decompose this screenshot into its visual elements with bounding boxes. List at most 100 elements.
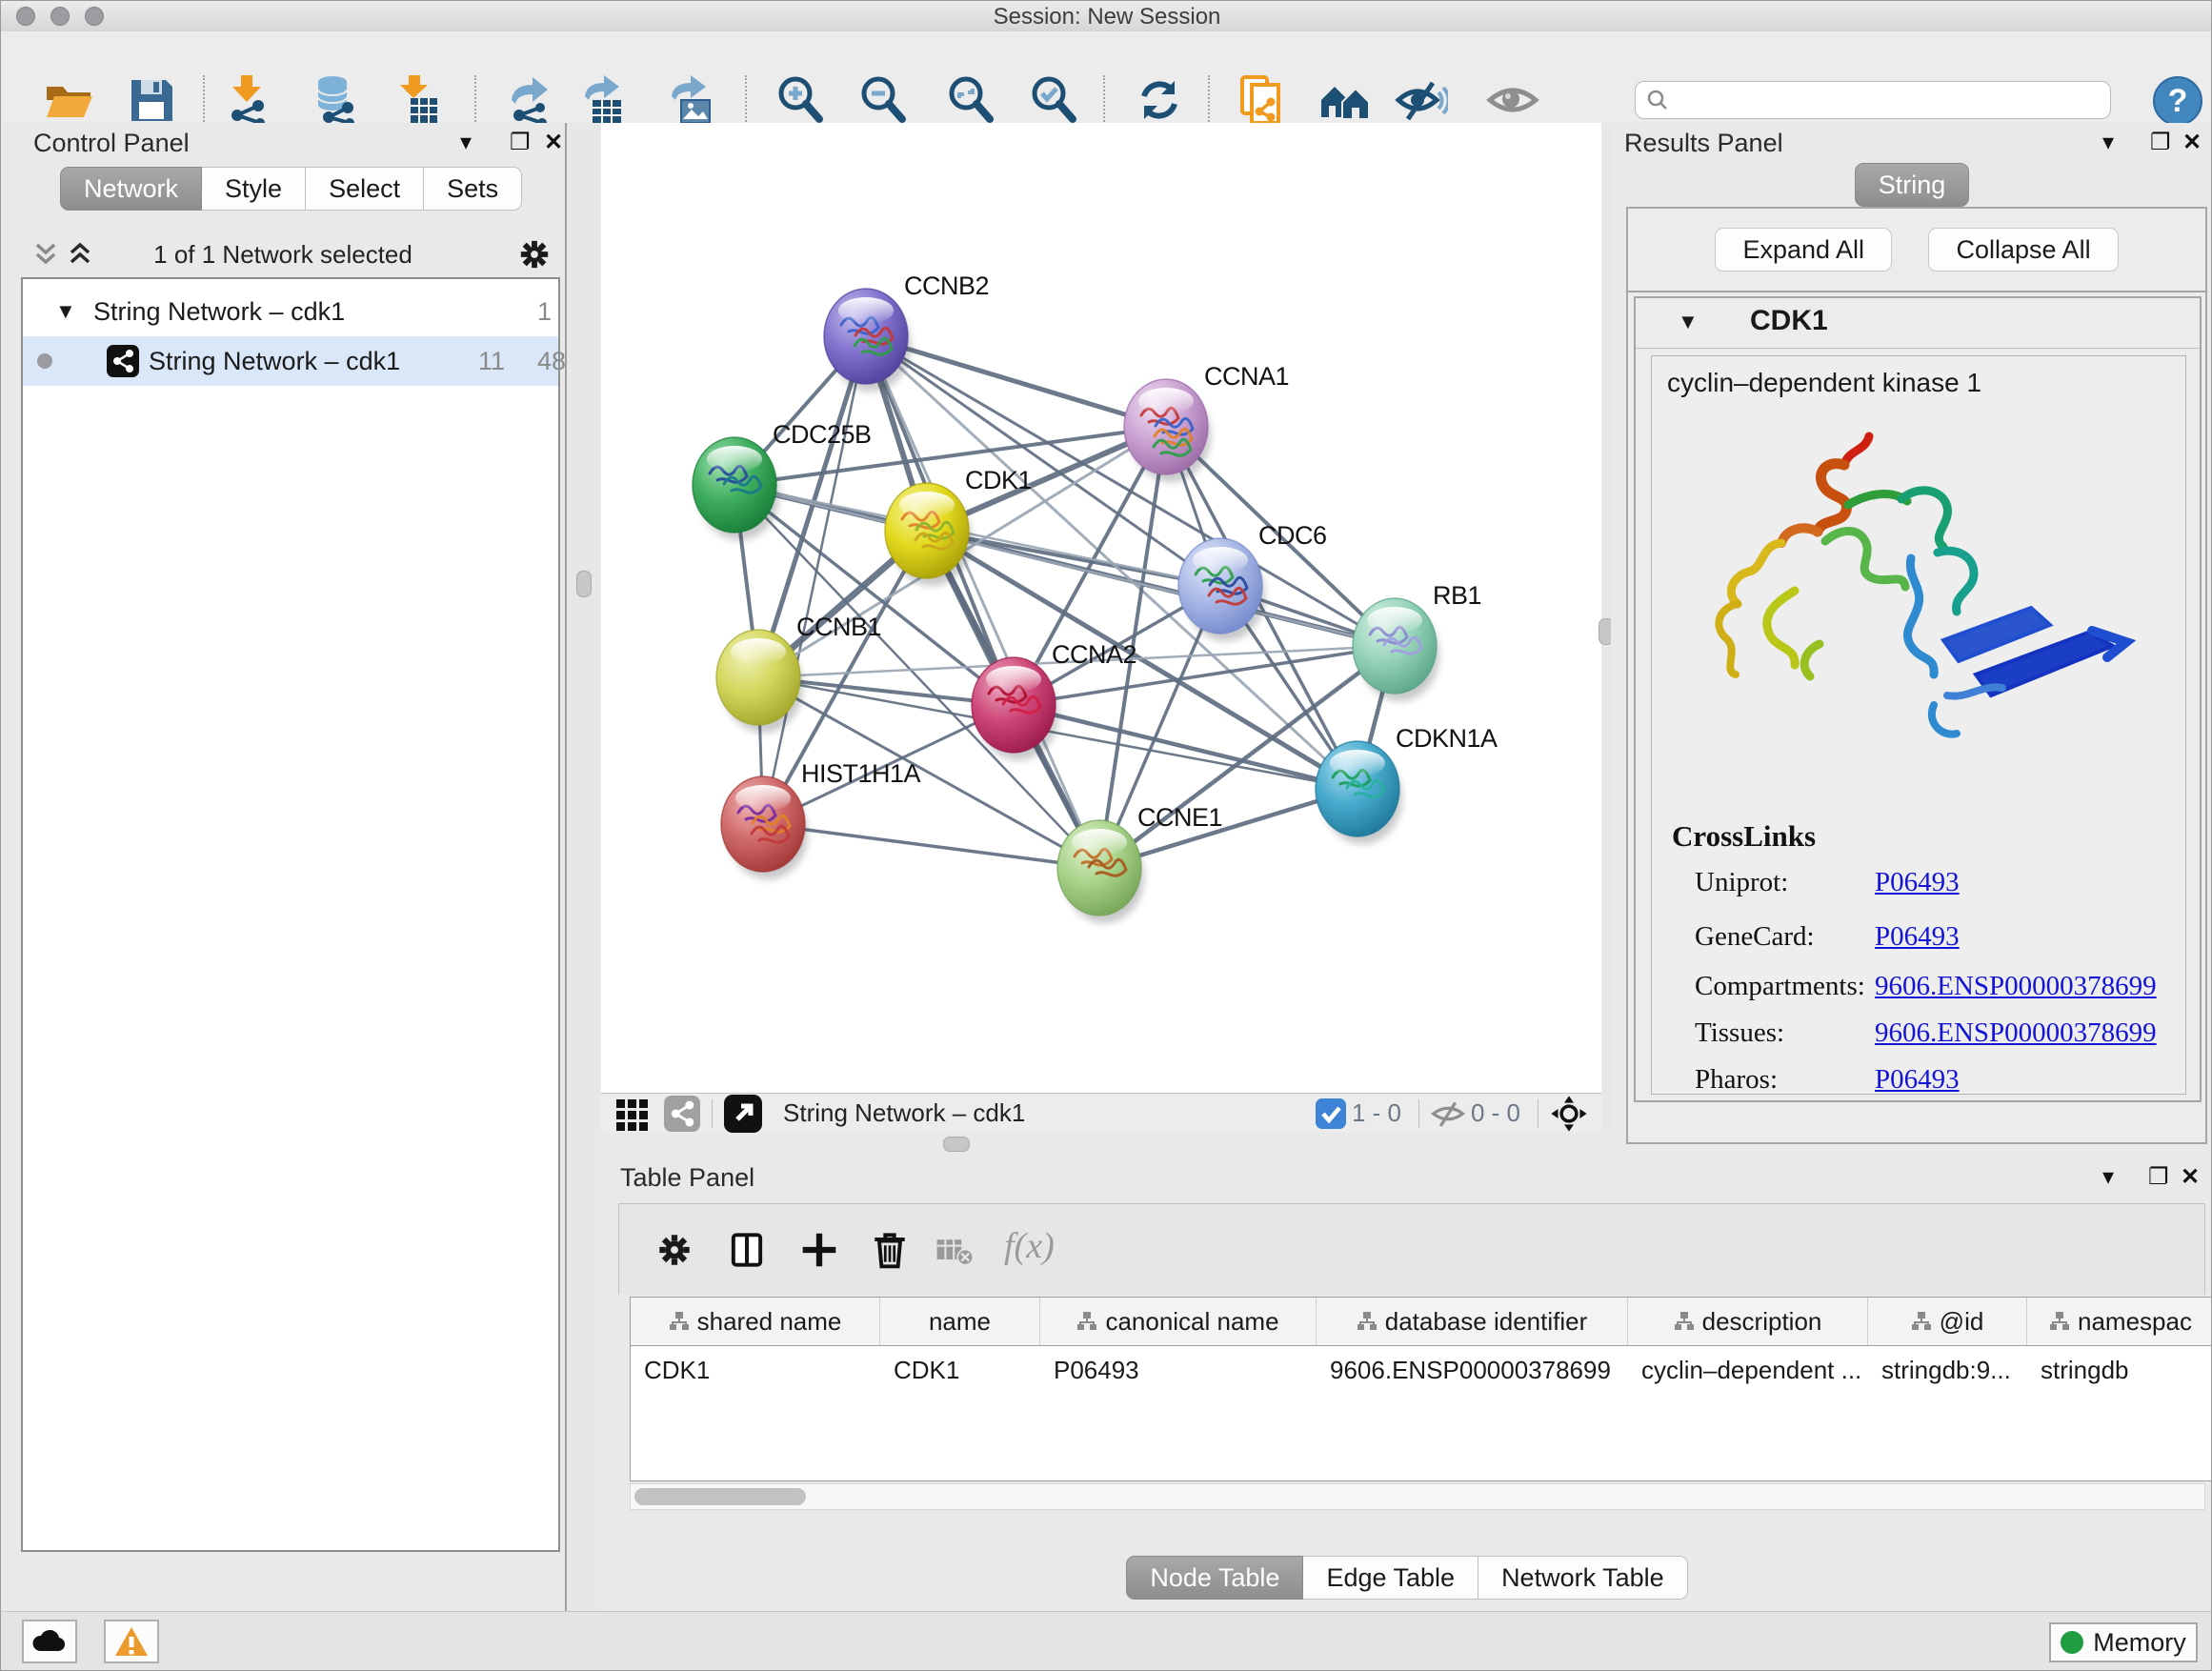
control-panel-menu-icon[interactable]: ▾ xyxy=(460,129,472,156)
results-panel-close-icon[interactable]: ✕ xyxy=(2182,129,2202,156)
refresh-icon[interactable] xyxy=(1133,73,1186,127)
column-header[interactable]: name xyxy=(880,1298,1040,1345)
results-panel-float-icon[interactable]: ❐ xyxy=(2150,129,2171,156)
tab-edge-table[interactable]: Edge Table xyxy=(1303,1556,1478,1600)
node-CDC6[interactable] xyxy=(1178,538,1265,641)
export-image-icon[interactable] xyxy=(664,73,717,127)
table-panel-float-icon[interactable]: ❐ xyxy=(2148,1163,2169,1191)
node-CCNA1[interactable] xyxy=(1124,379,1211,482)
section-expander-icon[interactable]: ▼ xyxy=(1678,310,1699,334)
node-CCNE1[interactable] xyxy=(1057,820,1144,923)
results-panel-menu-icon[interactable]: ▾ xyxy=(2102,129,2114,156)
splitter-grip[interactable] xyxy=(943,1137,970,1152)
column-header[interactable]: @id xyxy=(1868,1298,2027,1345)
control-panel-close-icon[interactable]: ✕ xyxy=(544,129,563,156)
hide-selected-eye-icon[interactable] xyxy=(1395,73,1448,127)
memory-button[interactable]: Memory xyxy=(2049,1622,2198,1662)
warning-button[interactable] xyxy=(104,1620,159,1663)
network-row[interactable]: String Network – cdk1 11 48 xyxy=(23,336,558,386)
crosslink-link[interactable]: 9606.ENSP00000378699 xyxy=(1875,1017,2157,1049)
hidden-eye-icon[interactable] xyxy=(1431,1097,1465,1131)
zoom-selected-icon[interactable] xyxy=(1026,73,1079,127)
export-table-icon[interactable] xyxy=(577,73,631,127)
tab-string[interactable]: String xyxy=(1855,163,1970,207)
collapse-all-button[interactable]: Collapse All xyxy=(1928,228,2118,272)
expand-all-button[interactable]: Expand All xyxy=(1715,228,1892,272)
tab-select[interactable]: Select xyxy=(306,167,424,211)
network-canvas[interactable]: CCNB2CCNA1CDC25BCDK1CDC6RB1CCNB1CCNA2CDK… xyxy=(601,123,1602,1093)
open-in-window-icon[interactable] xyxy=(724,1095,762,1133)
scrollbar-thumb[interactable] xyxy=(634,1488,806,1505)
node-CDKN1A[interactable] xyxy=(1316,741,1402,844)
protein-section-header[interactable]: ▼ CDK1 xyxy=(1636,298,2200,349)
node-CCNB1[interactable] xyxy=(716,630,803,733)
save-session-icon[interactable] xyxy=(125,73,178,127)
show-eye-icon[interactable] xyxy=(1486,73,1539,127)
zoom-out-icon[interactable] xyxy=(855,73,909,127)
horizontal-scrollbar[interactable] xyxy=(630,1483,2205,1510)
open-file-icon[interactable] xyxy=(42,73,95,127)
grid-view-icon[interactable] xyxy=(614,1096,651,1132)
collection-expander-icon[interactable]: ▼ xyxy=(55,299,76,324)
tab-node-table[interactable]: Node Table xyxy=(1126,1556,1303,1600)
search-field[interactable] xyxy=(1635,81,2111,119)
cell-database-identifier[interactable]: 9606.ENSP00000378699 xyxy=(1317,1346,1628,1394)
node-RB1[interactable] xyxy=(1353,598,1439,701)
vertical-splitter[interactable] xyxy=(565,123,603,1611)
edge-CCNB2-CCNA1[interactable] xyxy=(866,336,1166,427)
edge-CCNE1-HIST1H1A[interactable] xyxy=(763,824,1099,868)
cell-shared-name[interactable]: CDK1 xyxy=(631,1346,880,1394)
tab-style[interactable]: Style xyxy=(202,167,306,211)
table-panel-close-icon[interactable]: ✕ xyxy=(2181,1163,2200,1191)
import-table-file-icon[interactable] xyxy=(390,73,443,127)
import-network-file-icon[interactable] xyxy=(222,73,275,127)
table-settings-gear-icon[interactable] xyxy=(654,1229,695,1271)
tab-network[interactable]: Network xyxy=(60,167,202,211)
crosslink-link[interactable]: P06493 xyxy=(1875,867,1960,898)
node-HIST1H1A[interactable] xyxy=(721,776,808,879)
node-CDK1[interactable] xyxy=(885,483,972,586)
crosslink-link[interactable]: P06493 xyxy=(1875,1064,1960,1096)
import-network-database-icon[interactable] xyxy=(308,73,361,127)
column-header[interactable]: description xyxy=(1628,1298,1868,1345)
edge-CCNB2-CCNE1[interactable] xyxy=(866,336,1099,868)
node-CDC25B[interactable] xyxy=(693,437,779,540)
houses-icon[interactable] xyxy=(1317,73,1371,127)
network-collection-row[interactable]: ▼ String Network – cdk1 1 xyxy=(23,287,558,336)
edge-CCNB2-HIST1H1A[interactable] xyxy=(763,336,866,824)
column-header[interactable]: canonical name xyxy=(1040,1298,1317,1345)
splitter-grip[interactable] xyxy=(576,571,592,597)
column-header[interactable]: database identifier xyxy=(1317,1298,1628,1345)
selected-checkbox-icon[interactable] xyxy=(1316,1098,1346,1129)
control-panel-float-icon[interactable]: ❐ xyxy=(510,129,531,156)
tab-network-table[interactable]: Network Table xyxy=(1478,1556,1688,1600)
search-input[interactable] xyxy=(1670,86,2093,114)
zoom-in-icon[interactable] xyxy=(773,73,826,127)
node-CCNB2[interactable] xyxy=(824,289,911,392)
results-splitter[interactable] xyxy=(1601,123,1611,1156)
column-header[interactable]: namespac xyxy=(2027,1298,2212,1345)
cell-description[interactable]: cyclin–dependent ... xyxy=(1628,1346,1868,1394)
help-button[interactable]: ? xyxy=(2152,75,2203,127)
cell-id[interactable]: stringdb:9... xyxy=(1868,1346,2027,1394)
cell-namespace[interactable]: stringdb xyxy=(2027,1346,2212,1394)
export-network-icon[interactable] xyxy=(504,73,557,127)
edge-CCNA2-CDKN1A[interactable] xyxy=(1014,705,1357,789)
network-options-gear-icon[interactable] xyxy=(517,237,552,272)
crosslink-link[interactable]: P06493 xyxy=(1875,921,1960,953)
crosslink-link[interactable]: 9606.ENSP00000378699 xyxy=(1875,971,2157,1002)
add-column-icon[interactable] xyxy=(798,1229,840,1271)
show-columns-icon[interactable] xyxy=(726,1229,768,1271)
move-crosshair-icon[interactable] xyxy=(1550,1095,1588,1133)
table-row[interactable]: CDK1 CDK1 P06493 9606.ENSP00000378699 cy… xyxy=(630,1346,2212,1394)
network-view-icon[interactable] xyxy=(664,1096,700,1132)
copy-network-icon[interactable] xyxy=(1235,73,1288,127)
zoom-fit-icon[interactable] xyxy=(943,73,996,127)
cell-canonical-name[interactable]: P06493 xyxy=(1040,1346,1317,1394)
delete-column-trash-icon[interactable] xyxy=(869,1229,911,1271)
cloud-button[interactable] xyxy=(22,1620,77,1663)
tab-sets[interactable]: Sets xyxy=(424,167,522,211)
cell-name[interactable]: CDK1 xyxy=(880,1346,1040,1394)
table-panel-menu-icon[interactable]: ▾ xyxy=(2102,1163,2114,1191)
column-header[interactable]: shared name xyxy=(631,1298,880,1345)
